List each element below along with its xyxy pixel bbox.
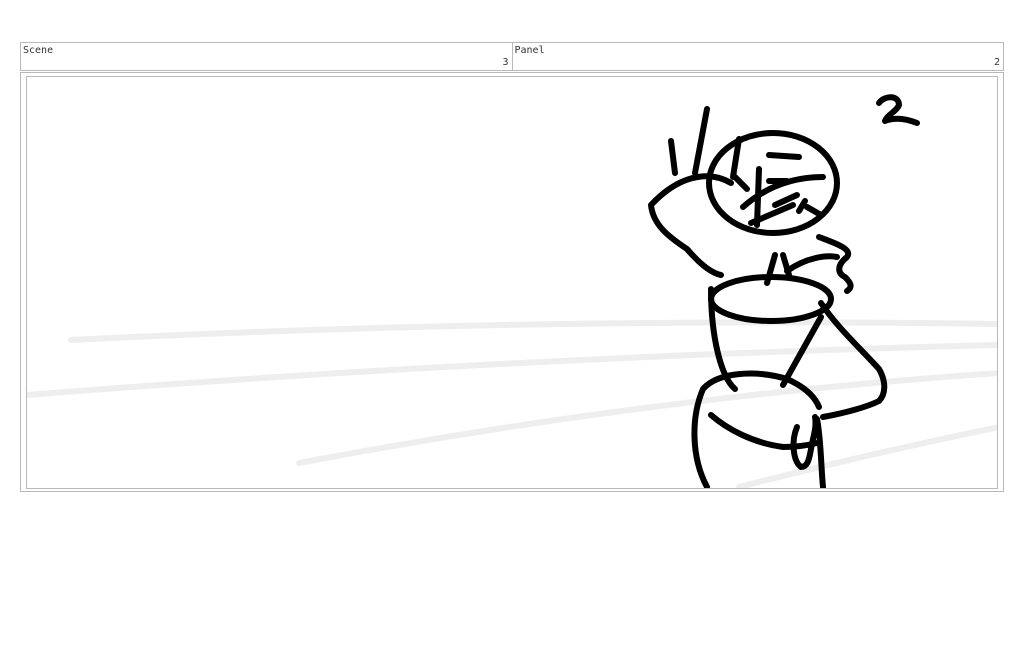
motion-stroke <box>668 138 678 176</box>
scene-number: 3 <box>502 57 509 68</box>
speed-line <box>736 424 997 488</box>
hand <box>790 414 819 470</box>
speed-lines <box>27 319 997 488</box>
storyboard-panel <box>26 76 998 489</box>
head-scribble <box>766 152 802 160</box>
head-scribble <box>796 198 808 214</box>
leg <box>814 416 826 488</box>
panel-field: Panel 2 <box>511 43 1004 70</box>
arm-across <box>708 412 820 450</box>
sketch-drawing <box>27 94 997 488</box>
panel-label: Panel <box>514 45 545 56</box>
shoulder-scribble <box>784 253 840 274</box>
scene-field: Scene 3 <box>21 43 512 70</box>
shoulder-scribble <box>816 234 854 294</box>
torso-top <box>708 274 834 324</box>
speed-line <box>68 319 997 343</box>
scribble-mark <box>876 94 920 126</box>
raised-arm <box>648 173 734 278</box>
storyboard-header: Scene 3 Panel 2 <box>20 42 1004 71</box>
character-sketch <box>648 106 888 488</box>
panel-number: 2 <box>993 57 1000 68</box>
head-scribble <box>732 174 750 192</box>
head-scribble <box>804 204 824 218</box>
motion-stroke <box>692 106 710 176</box>
scene-label: Scene <box>23 45 54 56</box>
